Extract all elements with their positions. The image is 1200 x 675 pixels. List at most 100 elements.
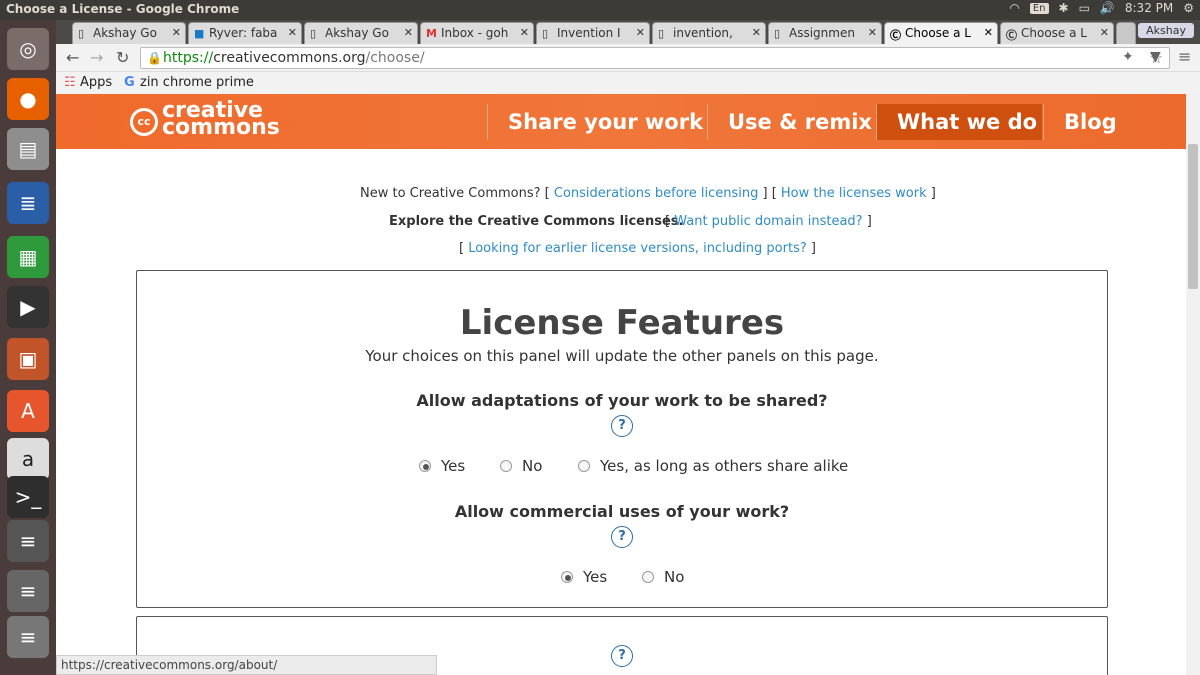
tab-7-active[interactable]: Ⓒ Choose a L ✕ [884, 22, 998, 44]
tab-strip: ▯ Akshay Go ✕ ■ Ryver: faba ✕ ▯ Akshay G… [56, 20, 1200, 44]
radio-button[interactable] [578, 460, 590, 472]
impress-icon[interactable]: ▣ [7, 338, 49, 380]
firefox-icon[interactable]: ● [7, 78, 49, 120]
radio-adaptations-no[interactable]: No [500, 457, 542, 475]
radio-button[interactable] [500, 460, 512, 472]
app-stack-icon[interactable]: ≡ [7, 520, 49, 562]
panel-subtitle: Your choices on this panel will update t… [365, 347, 879, 365]
doc-icon: ▯ [774, 27, 781, 40]
tab-2[interactable]: ▯ Akshay Go ✕ [304, 22, 418, 44]
clock[interactable]: 8:32 PM [1125, 1, 1173, 15]
system-indicators: ◠ En ✱ ▭ 🔊 8:32 PM ⚙ [1009, 1, 1194, 15]
status-bar: https://creativecommons.org/about/ [56, 655, 437, 675]
profile-button[interactable]: Akshay [1138, 23, 1194, 38]
radio-button[interactable] [561, 571, 573, 583]
nav-share-your-work[interactable]: Share your work [487, 104, 723, 140]
tab-8[interactable]: Ⓒ Choose a L ✕ [1000, 22, 1114, 44]
wifi-icon[interactable]: ◠ [1009, 1, 1019, 15]
extension-icon[interactable]: ✦ [1122, 49, 1134, 65]
license-features-panel: License Features Your choices on this pa… [136, 270, 1108, 608]
app-stack-icon-2[interactable]: ≡ [7, 570, 49, 612]
tab-4[interactable]: ▯ Invention I ✕ [536, 22, 650, 44]
question-adaptations: Allow adaptations of your work to be sha… [416, 391, 828, 410]
tab-1[interactable]: ■ Ryver: faba ✕ [188, 22, 302, 44]
bluetooth-icon[interactable]: ✱ [1059, 1, 1069, 15]
menu-icon[interactable]: ≡ [1178, 47, 1191, 66]
close-icon[interactable]: ✕ [1100, 26, 1109, 39]
shield-icon[interactable]: ▼ [1150, 49, 1161, 65]
new-tab-button[interactable] [1116, 22, 1136, 44]
ryver-icon: ■ [194, 27, 205, 40]
close-icon[interactable]: ✕ [984, 26, 993, 39]
close-icon[interactable]: ✕ [404, 26, 413, 39]
tab-6[interactable]: ▯ Assignmen ✕ [768, 22, 882, 44]
nav-what-we-do[interactable]: What we do [876, 104, 1042, 140]
doc-icon: ▯ [658, 27, 665, 40]
tab-0[interactable]: ▯ Akshay Go ✕ [72, 22, 186, 44]
intro-explore: Explore the Creative Commons licenses. [389, 214, 684, 229]
radio-adaptations-share-alike[interactable]: Yes, as long as others share alike [578, 457, 848, 475]
gear-icon[interactable]: ⚙ [1183, 1, 1194, 15]
close-icon[interactable]: ✕ [172, 26, 181, 39]
nav-use-remix[interactable]: Use & remix [707, 104, 892, 140]
writer-icon[interactable]: ≣ [7, 182, 49, 224]
cc-icon: Ⓒ [890, 29, 901, 42]
close-icon[interactable]: ✕ [288, 26, 297, 39]
doc-icon: ▯ [78, 27, 85, 40]
tab-5[interactable]: ▯ invention, ✕ [652, 22, 766, 44]
reload-icon[interactable]: ↻ [116, 48, 129, 67]
cc-logo-circle: cc [130, 108, 158, 136]
radio-button[interactable] [642, 571, 654, 583]
page-scrollbar[interactable] [1186, 94, 1200, 675]
link-how-licenses-work[interactable]: How the licenses work [781, 186, 927, 201]
forward-icon[interactable]: → [90, 48, 103, 67]
radio-commercial-yes[interactable]: Yes [561, 568, 607, 586]
app-stack-icon-3[interactable]: ≡ [7, 616, 49, 658]
keyboard-layout-indicator[interactable]: En [1029, 2, 1049, 14]
top-panel: Choose a License - Google Chrome ◠ En ✱ … [0, 0, 1200, 20]
panel-title: License Features [459, 303, 785, 343]
cc-header: cc creative commons Share your work Use … [56, 94, 1186, 149]
close-icon[interactable]: ✕ [868, 26, 877, 39]
amazon-icon[interactable]: a [7, 438, 49, 480]
back-icon[interactable]: ← [66, 48, 79, 67]
link-considerations[interactable]: Considerations before licensing [554, 186, 758, 201]
bookmark-apps[interactable]: Apps [80, 75, 112, 90]
terminal-icon[interactable]: >_ [7, 476, 49, 518]
address-bar[interactable]: 🔒 https://creativecommons.org/choose/ ☆ [140, 47, 1170, 69]
media-player-icon[interactable]: ▶ [7, 286, 49, 328]
radio-button[interactable] [419, 460, 431, 472]
cc-logo-wordmark: creative commons [162, 98, 280, 140]
bookmark-zin-chrome-prime[interactable]: zin chrome prime [140, 75, 254, 90]
help-icon[interactable]: ? [611, 526, 633, 548]
browser-toolbar: ← → ↻ 🔒 https://creativecommons.org/choo… [56, 44, 1200, 72]
link-public-domain[interactable]: Want public domain instead? [674, 214, 862, 229]
calc-icon[interactable]: ▦ [7, 236, 49, 278]
nav-blog[interactable]: Blog [1043, 104, 1137, 140]
software-center-icon[interactable]: A [7, 390, 49, 432]
google-icon: G [124, 75, 135, 90]
close-icon[interactable]: ✕ [636, 26, 645, 39]
radio-adaptations-yes[interactable]: Yes [419, 457, 465, 475]
scroll-thumb[interactable] [1188, 144, 1198, 289]
close-icon[interactable]: ✕ [752, 26, 761, 39]
link-earlier-versions[interactable]: Looking for earlier license versions, in… [468, 241, 807, 256]
question-commercial: Allow commercial uses of your work? [454, 502, 790, 521]
volume-icon[interactable]: 🔊 [1100, 1, 1115, 15]
doc-icon: ▯ [310, 27, 317, 40]
radio-commercial-no[interactable]: No [642, 568, 684, 586]
help-icon[interactable]: ? [611, 415, 633, 437]
intro-earlier-versions: [ Looking for earlier license versions, … [459, 241, 816, 256]
close-icon[interactable]: ✕ [520, 26, 529, 39]
doc-icon: ▯ [542, 27, 549, 40]
tab-3[interactable]: M Inbox - goh ✕ [420, 22, 534, 44]
files-icon[interactable]: ▤ [7, 128, 49, 170]
bookmarks-bar: ☷ Apps G zin chrome prime [56, 72, 1200, 94]
gmail-icon: M [426, 27, 437, 40]
dash-icon[interactable]: ◎ [7, 28, 49, 70]
window-title: Choose a License - Google Chrome [6, 2, 240, 16]
launcher: ◎ ● ▤ ≣ ▦ ▶ ▣ A a >_ ≡ ≡ ≡ [0, 20, 56, 675]
apps-grid-icon[interactable]: ☷ [64, 75, 76, 90]
help-icon[interactable]: ? [611, 645, 633, 667]
battery-icon[interactable]: ▭ [1079, 1, 1090, 15]
